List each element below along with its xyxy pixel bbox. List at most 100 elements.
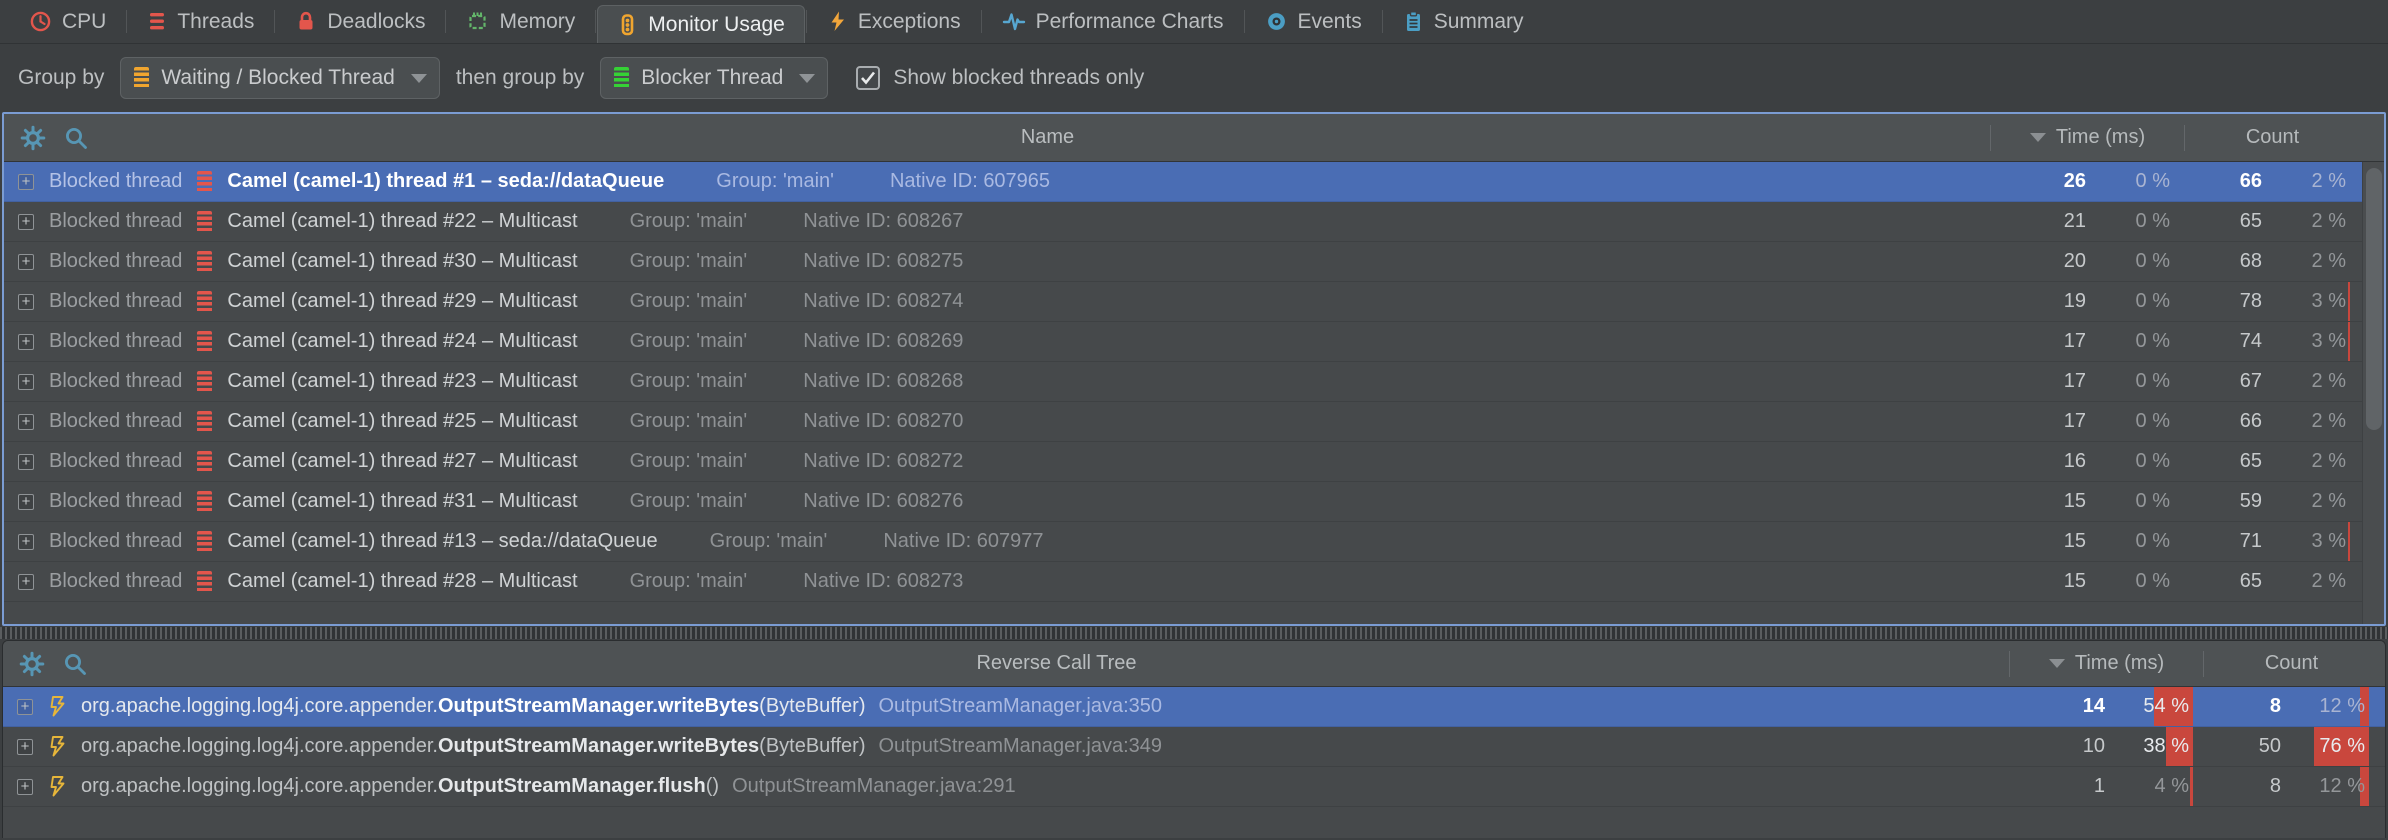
expand-toggle-icon[interactable]: + bbox=[18, 414, 34, 430]
thread-native-id: Native ID: 608269 bbox=[803, 330, 963, 353]
thread-name: Camel (camel-1) thread #22 – Multicast bbox=[227, 210, 577, 233]
thread-kind-label: Blocked thread bbox=[49, 530, 182, 553]
call-tree-row[interactable]: +org.apache.logging.log4j.core.appender.… bbox=[3, 687, 2385, 727]
tab-monitor-usage[interactable]: Monitor Usage bbox=[597, 5, 805, 43]
tab-separator bbox=[981, 10, 982, 33]
count-value: 65 bbox=[2184, 442, 2276, 481]
thread-row[interactable]: +Blocked threadCamel (camel-1) thread #3… bbox=[4, 242, 2384, 282]
scrollbar-thumb[interactable] bbox=[2366, 168, 2382, 430]
thread-row[interactable]: +Blocked threadCamel (camel-1) thread #2… bbox=[4, 402, 2384, 442]
expand-toggle-icon[interactable]: + bbox=[17, 739, 33, 755]
tab-performance-charts[interactable]: Performance Charts bbox=[983, 0, 1243, 43]
thread-row[interactable]: +Blocked threadCamel (camel-1) thread #2… bbox=[4, 442, 2384, 482]
clipboard-icon bbox=[1403, 10, 1424, 34]
count-value: 67 bbox=[2184, 362, 2276, 401]
group-by-toolbar: Group by Waiting / Blocked Thread then g… bbox=[0, 44, 2388, 112]
blocked-threads-panel: Name Time (ms) Count +Blocked threadCame… bbox=[2, 112, 2386, 626]
method-args: (ByteBuffer) bbox=[759, 735, 865, 758]
count-percent-text: 2 % bbox=[2312, 250, 2346, 273]
tab-label: Performance Charts bbox=[1036, 10, 1224, 34]
call-tree-row[interactable]: +org.apache.logging.log4j.core.appender.… bbox=[3, 727, 2385, 767]
thread-group: Group: 'main' bbox=[630, 210, 748, 233]
method-args: (ByteBuffer) bbox=[759, 695, 865, 718]
expand-toggle-icon[interactable]: + bbox=[18, 454, 34, 470]
show-blocked-threads-checkbox[interactable] bbox=[856, 66, 880, 90]
tab-cpu[interactable]: CPU bbox=[10, 0, 125, 43]
column-header-time[interactable]: Time (ms) bbox=[1991, 126, 2184, 149]
expand-toggle-icon[interactable]: + bbox=[18, 174, 34, 190]
thread-name: Camel (camel-1) thread #28 – Multicast bbox=[227, 570, 577, 593]
tab-deadlocks[interactable]: Deadlocks bbox=[276, 0, 444, 43]
tab-label: Monitor Usage bbox=[648, 13, 785, 37]
row-values: 170 %672 % bbox=[1990, 362, 2360, 401]
then-group-by-label: then group by bbox=[456, 66, 584, 90]
thread-native-id: Native ID: 608275 bbox=[803, 250, 963, 273]
thread-row[interactable]: +Blocked threadCamel (camel-1) thread #2… bbox=[4, 322, 2384, 362]
thread-row[interactable]: +Blocked threadCamel (camel-1) thread #1… bbox=[4, 162, 2384, 202]
count-value: 78 bbox=[2184, 282, 2276, 321]
time-value: 26 bbox=[1990, 162, 2100, 201]
expand-toggle-icon[interactable]: + bbox=[18, 334, 34, 350]
count-percent: 2 % bbox=[2276, 402, 2360, 441]
thread-row[interactable]: +Blocked threadCamel (camel-1) thread #1… bbox=[4, 522, 2384, 562]
call-tree-row[interactable]: +org.apache.logging.log4j.core.appender.… bbox=[3, 767, 2385, 807]
row-values: 190 %783 % bbox=[1990, 282, 2360, 321]
thread-kind-label: Blocked thread bbox=[49, 250, 182, 273]
thread-row[interactable]: +Blocked threadCamel (camel-1) thread #2… bbox=[4, 362, 2384, 402]
expand-toggle-icon[interactable]: + bbox=[18, 374, 34, 390]
row-values: 200 %682 % bbox=[1990, 242, 2360, 281]
expand-toggle-icon[interactable]: + bbox=[18, 214, 34, 230]
thread-row[interactable]: +Blocked threadCamel (camel-1) thread #3… bbox=[4, 482, 2384, 522]
expand-toggle-icon[interactable]: + bbox=[18, 294, 34, 310]
then-group-by-dropdown[interactable]: Blocker Thread bbox=[600, 57, 828, 99]
expand-toggle-icon[interactable]: + bbox=[18, 254, 34, 270]
time-percent: 0 % bbox=[2100, 522, 2184, 561]
tab-separator bbox=[445, 10, 446, 33]
show-blocked-threads-label: Show blocked threads only bbox=[893, 66, 1144, 90]
count-percent-text: 2 % bbox=[2312, 410, 2346, 433]
time-value: 21 bbox=[1990, 202, 2100, 241]
tab-memory[interactable]: Memory bbox=[447, 0, 594, 43]
expand-toggle-icon[interactable]: + bbox=[17, 699, 33, 715]
thread-row[interactable]: +Blocked threadCamel (camel-1) thread #2… bbox=[4, 202, 2384, 242]
thread-row-label: +Blocked threadCamel (camel-1) thread #3… bbox=[4, 250, 1990, 273]
call-tree-row-label: +org.apache.logging.log4j.core.appender.… bbox=[3, 775, 2009, 798]
count-percent-text: 3 % bbox=[2312, 290, 2346, 313]
blocked-thread-icon bbox=[197, 251, 212, 273]
tab-threads[interactable]: Threads bbox=[128, 0, 273, 43]
thread-row[interactable]: +Blocked threadCamel (camel-1) thread #2… bbox=[4, 282, 2384, 322]
time-percent-text: 0 % bbox=[2136, 330, 2170, 353]
tab-summary[interactable]: Summary bbox=[1384, 0, 1543, 43]
column-header-time[interactable]: Time (ms) bbox=[2010, 652, 2203, 675]
search-icon[interactable] bbox=[62, 651, 88, 677]
row-values: 170 %662 % bbox=[1990, 402, 2360, 441]
group-by-dropdown[interactable]: Waiting / Blocked Thread bbox=[120, 57, 439, 99]
blocked-thread-icon bbox=[197, 491, 212, 513]
expand-toggle-icon[interactable]: + bbox=[18, 574, 34, 590]
column-header-count[interactable]: Count bbox=[2204, 652, 2379, 675]
panel-splitter-handle[interactable] bbox=[0, 627, 2388, 639]
view-settings-gear-icon[interactable] bbox=[20, 125, 46, 151]
column-header-name[interactable]: Name bbox=[105, 126, 1990, 149]
time-percent-text: 4 % bbox=[2155, 775, 2189, 798]
time-percent-text: 0 % bbox=[2136, 570, 2170, 593]
expand-toggle-icon[interactable]: + bbox=[17, 779, 33, 795]
vertical-scrollbar[interactable] bbox=[2362, 162, 2384, 624]
search-icon[interactable] bbox=[63, 125, 89, 151]
view-settings-gear-icon[interactable] bbox=[19, 651, 45, 677]
show-blocked-threads-option[interactable]: Show blocked threads only bbox=[856, 66, 1144, 90]
count-percent-text: 3 % bbox=[2312, 530, 2346, 553]
tab-exceptions[interactable]: Exceptions bbox=[808, 0, 980, 43]
method-args: () bbox=[706, 775, 719, 798]
time-value: 15 bbox=[1990, 482, 2100, 521]
eye-icon bbox=[1265, 10, 1288, 33]
tab-bar: CPUThreadsDeadlocksMemory Monitor Usage Ex… bbox=[0, 0, 2388, 44]
expand-toggle-icon[interactable]: + bbox=[18, 494, 34, 510]
count-percent-text: 2 % bbox=[2312, 210, 2346, 233]
tab-separator bbox=[274, 10, 275, 33]
blocker-thread-icon bbox=[614, 67, 629, 89]
column-header-count[interactable]: Count bbox=[2185, 126, 2360, 149]
thread-row[interactable]: +Blocked threadCamel (camel-1) thread #2… bbox=[4, 562, 2384, 602]
tab-events[interactable]: Events bbox=[1246, 0, 1381, 43]
expand-toggle-icon[interactable]: + bbox=[18, 534, 34, 550]
